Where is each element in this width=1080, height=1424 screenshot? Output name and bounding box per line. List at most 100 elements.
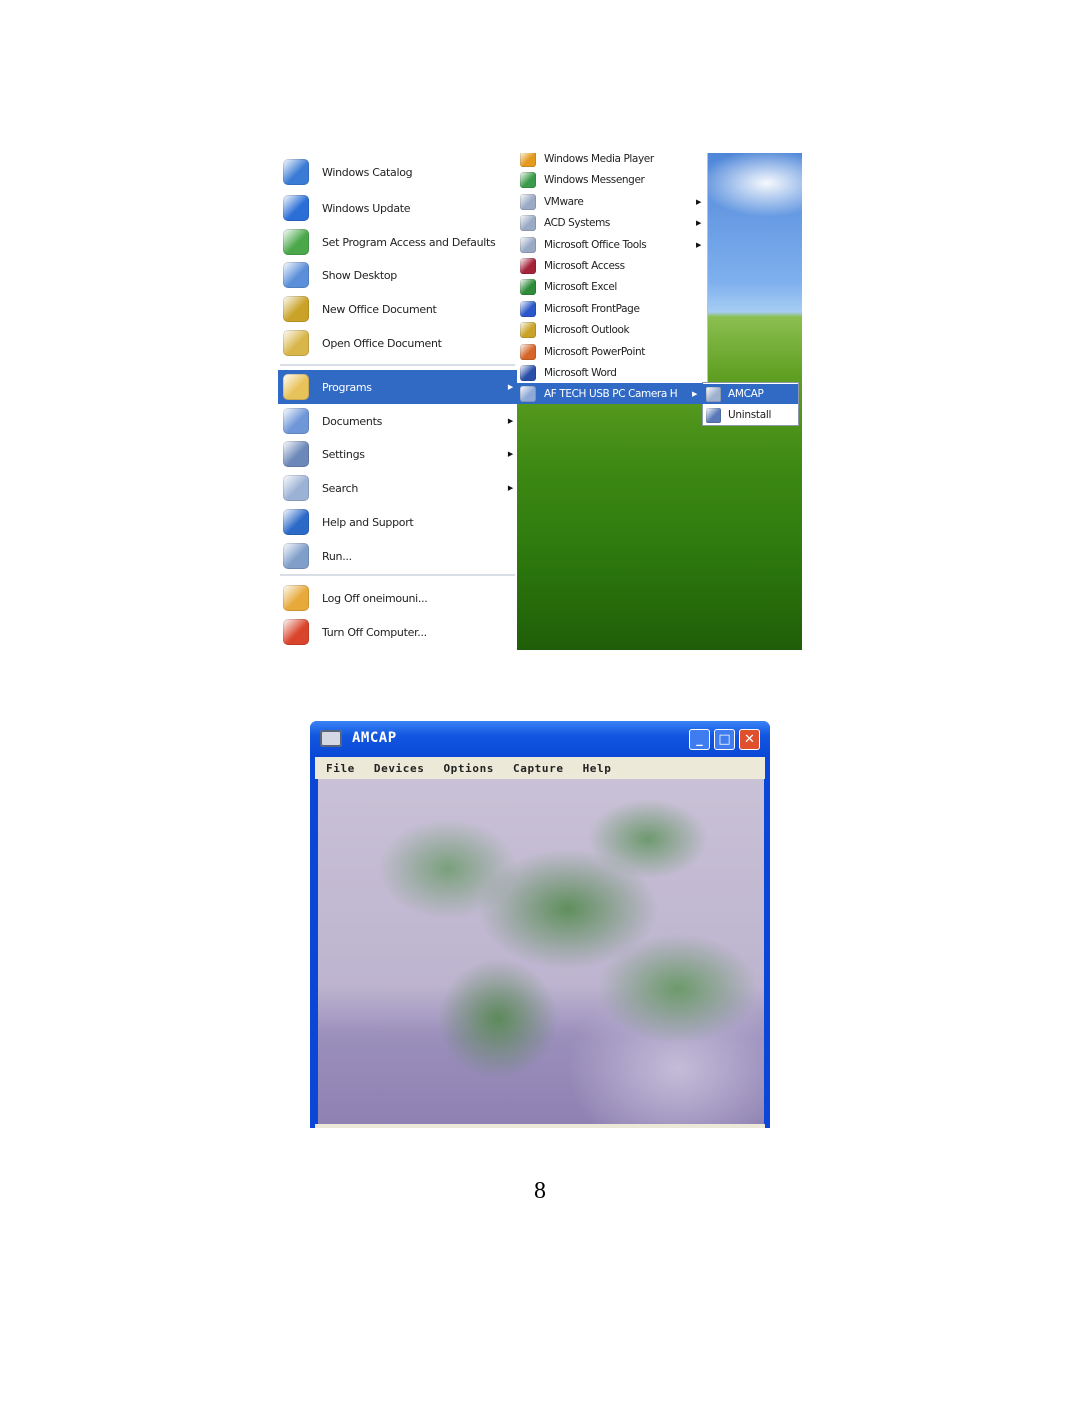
menu-capture[interactable]: Capture bbox=[513, 762, 564, 775]
menu-separator bbox=[280, 364, 515, 366]
menu-file[interactable]: File bbox=[326, 762, 355, 775]
start-item-search[interactable]: Search ▶ bbox=[278, 471, 517, 505]
messenger-icon bbox=[520, 171, 536, 188]
start-item-label: Turn Off Computer... bbox=[322, 625, 427, 639]
start-item-label: Documents bbox=[322, 414, 383, 428]
pinned-item-set-program-access-and-defaults[interactable]: Set Program Access and Defaults bbox=[278, 225, 517, 259]
new-office-document-icon bbox=[283, 296, 309, 322]
camera-icon bbox=[320, 730, 342, 747]
program-item-label: Windows Media Player bbox=[544, 153, 654, 165]
program-item-label: Microsoft FrontPage bbox=[544, 302, 640, 315]
program-item-windows-messenger[interactable]: Windows Messenger bbox=[517, 169, 707, 190]
chevron-right-icon: ▶ bbox=[507, 450, 513, 458]
program-item-microsoft-frontpage[interactable]: Microsoft FrontPage bbox=[517, 298, 707, 319]
help-icon bbox=[283, 509, 309, 535]
maximize-button[interactable]: □ bbox=[714, 729, 735, 750]
program-item-microsoft-office-tools[interactable]: Microsoft Office Tools ▶ bbox=[517, 234, 707, 255]
amcap-icon bbox=[706, 386, 721, 402]
submenu-item-uninstall[interactable]: Uninstall bbox=[703, 405, 798, 425]
start-item-label: Run... bbox=[322, 549, 352, 563]
program-item-microsoft-excel[interactable]: Microsoft Excel bbox=[517, 276, 707, 297]
window-title: AMCAP bbox=[352, 730, 397, 746]
program-item-label: AF TECH USB PC Camera H bbox=[544, 387, 678, 400]
program-item-microsoft-word[interactable]: Microsoft Word bbox=[517, 362, 707, 383]
pinned-item-label: Windows Update bbox=[322, 201, 411, 215]
start-item-turn-off-computer[interactable]: Turn Off Computer... bbox=[278, 615, 517, 649]
program-item-vmware[interactable]: VMware ▶ bbox=[517, 191, 707, 212]
program-item-label: Microsoft PowerPoint bbox=[544, 345, 645, 358]
programs-icon bbox=[283, 374, 309, 400]
folder-icon bbox=[520, 236, 536, 253]
chevron-right-icon: ▶ bbox=[507, 383, 513, 391]
pinned-item-label: Windows Catalog bbox=[322, 165, 413, 179]
title-bar[interactable]: AMCAP _ □ ✕ bbox=[310, 721, 770, 757]
submenu-item-amcap[interactable]: AMCAP bbox=[703, 384, 798, 404]
program-item-label: Microsoft Excel bbox=[544, 280, 617, 293]
folder-icon bbox=[520, 385, 536, 402]
program-item-label: Windows Messenger bbox=[544, 173, 645, 186]
program-item-label: VMware bbox=[544, 195, 584, 208]
show-desktop-icon bbox=[283, 262, 309, 288]
start-item-label: Log Off oneimouni... bbox=[322, 591, 428, 605]
run-icon bbox=[283, 543, 309, 569]
pinned-item-new-office-document[interactable]: New Office Document bbox=[278, 292, 517, 326]
video-preview bbox=[318, 779, 764, 1124]
chevron-right-icon: ▶ bbox=[507, 484, 513, 492]
power-icon bbox=[283, 619, 309, 645]
search-icon bbox=[283, 475, 309, 501]
start-item-help-and-support[interactable]: Help and Support bbox=[278, 505, 517, 539]
menu-options[interactable]: Options bbox=[443, 762, 494, 775]
pinned-item-show-desktop[interactable]: Show Desktop bbox=[278, 258, 517, 292]
frontpage-icon bbox=[520, 300, 536, 317]
start-menu-left-column: Windows Catalog Windows Update Set Program… bbox=[278, 153, 517, 650]
windows-update-icon bbox=[283, 195, 309, 221]
menu-devices[interactable]: Devices bbox=[374, 762, 425, 775]
pinned-item-label: Show Desktop bbox=[322, 268, 397, 282]
access-icon bbox=[520, 257, 536, 274]
program-item-acd-systems[interactable]: ACD Systems ▶ bbox=[517, 212, 707, 233]
submenu-item-label: Uninstall bbox=[728, 409, 772, 421]
amcap-window: AMCAP _ □ ✕ File Devices Options Capture… bbox=[310, 721, 770, 1128]
program-item-label: Microsoft Word bbox=[544, 366, 617, 379]
start-item-programs[interactable]: Programs ▶ bbox=[278, 370, 517, 404]
excel-icon bbox=[520, 278, 536, 295]
start-item-label: Help and Support bbox=[322, 515, 414, 529]
chevron-right-icon: ▶ bbox=[696, 197, 701, 206]
start-item-log-off-oneimouni[interactable]: Log Off oneimouni... bbox=[278, 581, 517, 615]
chevron-right-icon: ▶ bbox=[692, 389, 697, 398]
program-item-label: Microsoft Outlook bbox=[544, 323, 630, 336]
submenu-item-label: AMCAP bbox=[728, 388, 764, 400]
windows-catalog-icon bbox=[283, 159, 309, 185]
close-button[interactable]: ✕ bbox=[739, 729, 760, 750]
minimize-button[interactable]: _ bbox=[689, 729, 710, 750]
start-item-run[interactable]: Run... bbox=[278, 539, 517, 573]
start-item-label: Programs bbox=[322, 380, 372, 394]
program-item-microsoft-outlook[interactable]: Microsoft Outlook bbox=[517, 319, 707, 340]
menu-help[interactable]: Help bbox=[583, 762, 612, 775]
start-item-label: Settings bbox=[322, 447, 365, 461]
chevron-right-icon: ▶ bbox=[696, 218, 701, 227]
pinned-item-label: Set Program Access and Defaults bbox=[322, 235, 496, 249]
start-item-settings[interactable]: Settings ▶ bbox=[278, 437, 517, 471]
open-office-document-icon bbox=[283, 330, 309, 356]
uninstall-icon bbox=[706, 407, 721, 423]
status-bar bbox=[315, 1124, 765, 1128]
program-access-icon bbox=[283, 229, 309, 255]
pinned-item-label: New Office Document bbox=[322, 302, 437, 316]
powerpoint-icon bbox=[520, 343, 536, 360]
program-item-windows-media-player[interactable]: Windows Media Player bbox=[517, 153, 707, 169]
program-item-microsoft-powerpoint[interactable]: Microsoft PowerPoint bbox=[517, 341, 707, 362]
documents-icon bbox=[283, 408, 309, 434]
programs-submenu: Windows Media Player Windows Messenger VMw… bbox=[517, 153, 707, 383]
pinned-item-windows-update[interactable]: Windows Update bbox=[278, 191, 517, 225]
program-item-label: Microsoft Office Tools bbox=[544, 238, 647, 251]
settings-icon bbox=[283, 441, 309, 467]
log-off-icon bbox=[283, 585, 309, 611]
folder-icon bbox=[520, 193, 536, 210]
program-item-af-tech-usb-pc-camera-h[interactable]: AF TECH USB PC Camera H ▶ bbox=[517, 383, 703, 404]
program-item-microsoft-access[interactable]: Microsoft Access bbox=[517, 255, 707, 276]
start-item-documents[interactable]: Documents ▶ bbox=[278, 404, 517, 438]
start-item-label: Search bbox=[322, 481, 358, 495]
pinned-item-open-office-document[interactable]: Open Office Document bbox=[278, 326, 517, 360]
pinned-item-windows-catalog[interactable]: Windows Catalog bbox=[278, 155, 517, 189]
